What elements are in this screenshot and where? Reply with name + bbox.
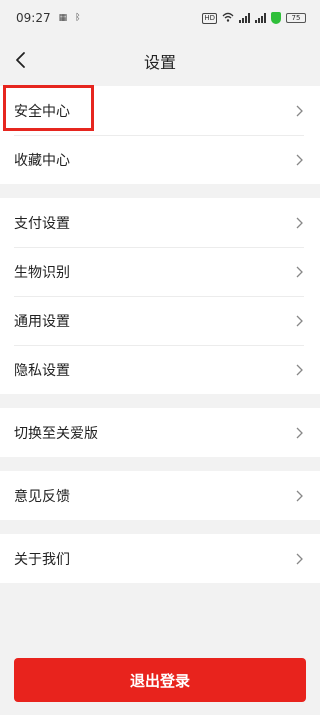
chevron-right-icon [296,427,303,438]
status-bar: 09:27 ▦ ᛒ HD 75 [0,0,320,36]
chevron-right-icon [296,154,303,165]
menu-item-label: 生物识别 [14,264,70,281]
menu-item-biometrics[interactable]: 生物识别 [0,247,320,296]
wifi-icon [222,12,234,25]
menu-item-about-us[interactable]: 关于我们 [0,534,320,583]
menu-item-label: 收藏中心 [14,152,70,169]
page-title: 设置 [143,53,176,72]
menu-item-label: 隐私设置 [14,362,70,379]
notification-icon: ▦ [58,13,68,23]
settings-group-general: 支付设置 生物识别 通用设置 隐私设置 [0,198,320,394]
hd-badge: HD [202,12,217,24]
chevron-left-icon [16,52,25,68]
back-button[interactable] [12,50,32,70]
logout-button[interactable]: 退出登录 [14,658,306,702]
menu-item-general-settings[interactable]: 通用设置 [0,296,320,345]
shield-icon [271,12,281,24]
menu-item-label: 安全中心 [14,103,70,120]
status-time: 09:27 [16,11,51,25]
status-left: 09:27 ▦ ᛒ [16,11,81,25]
bluetooth-icon: ᛒ [75,13,81,23]
settings-group-feedback: 意见反馈 [0,471,320,520]
settings-group-about: 关于我们 [0,534,320,583]
battery-icon: 75 [286,13,306,23]
chevron-right-icon [296,105,303,116]
signal-icon-2 [255,13,266,23]
menu-item-label: 关于我们 [14,551,70,568]
chevron-right-icon [296,315,303,326]
menu-item-feedback[interactable]: 意见反馈 [0,471,320,520]
menu-item-payment-settings[interactable]: 支付设置 [0,198,320,247]
nav-bar: 设置 [0,36,320,86]
settings-group-care-mode: 切换至关爱版 [0,408,320,457]
menu-item-label: 切换至关爱版 [14,425,98,442]
status-right: HD 75 [202,12,306,25]
signal-icon [239,13,250,23]
chevron-right-icon [296,490,303,501]
chevron-right-icon [296,364,303,375]
chevron-right-icon [296,217,303,228]
menu-item-privacy-settings[interactable]: 隐私设置 [0,345,320,394]
settings-group-account: 安全中心 收藏中心 [0,86,320,184]
menu-item-favorites-center[interactable]: 收藏中心 [0,135,320,184]
menu-item-label: 意见反馈 [14,488,70,505]
menu-item-label: 通用设置 [14,313,70,330]
menu-item-label: 支付设置 [14,215,70,232]
chevron-right-icon [296,266,303,277]
chevron-right-icon [296,553,303,564]
menu-item-security-center[interactable]: 安全中心 [0,86,320,135]
menu-item-switch-care-mode[interactable]: 切换至关爱版 [0,408,320,457]
